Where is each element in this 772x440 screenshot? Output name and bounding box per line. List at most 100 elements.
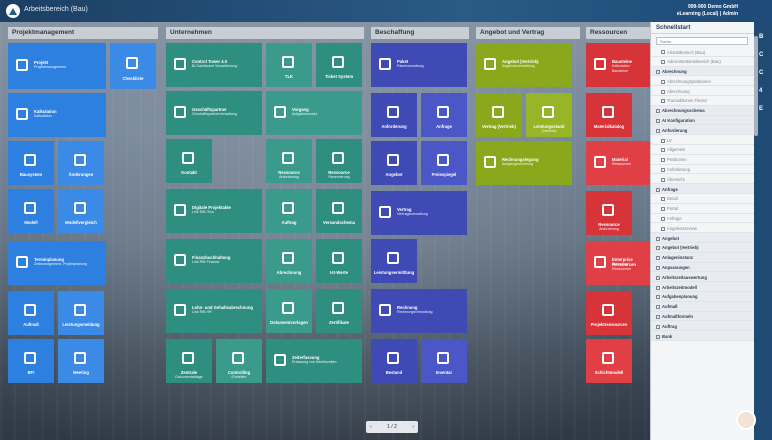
panel-scrollbar[interactable] <box>754 36 758 136</box>
tile-terminplanung[interactable]: Terminplanung Zeitmanagement, Projektpla… <box>8 241 106 285</box>
tile-bausteine[interactable]: Bausteine Kalkulation Bausteine <box>586 43 650 87</box>
tile-ressource-anforderung-2[interactable]: Ressource Anforderung <box>586 191 632 235</box>
quickstart-group[interactable]: Auftrag <box>651 321 754 332</box>
billing-icon <box>282 252 294 265</box>
tile-modellvergleich[interactable]: Modellvergleich <box>58 189 104 233</box>
tile-controlling-einheiten[interactable]: Controlling Einheiten <box>216 339 262 383</box>
tile-vertrag[interactable]: Vertrag Vertragsverwaltung <box>371 191 467 235</box>
tile-geschaeftspartner[interactable]: Geschäftspartner Geschäftspartnerverwalt… <box>166 91 262 135</box>
tile-dokumentvorlagen[interactable]: Dokumentvorlagen <box>266 289 312 333</box>
tile-zentrale-dokumentablage[interactable]: Zentrale Dokumentablage <box>166 339 212 383</box>
quickstart-group[interactable]: Abrechnung <box>651 66 754 77</box>
quickstart-group[interactable]: Aufmaßformeln <box>651 311 754 322</box>
user-info[interactable]: 999-900 Demo GmbH eLearning (Local) | Ad… <box>677 4 738 18</box>
tile-preisspiegel[interactable]: Preisspiegel <box>421 141 467 185</box>
quickstart-group[interactable]: Anforderung <box>651 125 754 136</box>
tile-kalkulation[interactable]: Kalkulation Kalkulation <box>8 93 106 137</box>
tile-material[interactable]: Material Ressourcen <box>586 141 650 185</box>
tile-ressource-reservierung[interactable]: Ressource Reservierung <box>316 139 362 183</box>
tile-abrechnung[interactable]: Abrechnung <box>266 239 312 283</box>
quickstart-group[interactable]: Arbeitszeitmodell <box>651 282 754 292</box>
tile-schichtmodell[interactable]: Schichtmodell <box>586 339 632 383</box>
quickstart-group[interactable]: Anpassungen <box>651 262 754 273</box>
tile-vorgang[interactable]: Vorgang Aufgabenmodul <box>266 91 362 135</box>
quickstart-panel: Schnellstart Arbeitsbereich (Bau) Adminis… <box>650 22 754 440</box>
quickstart-group[interactable]: Bank <box>651 331 754 341</box>
quickstart-label: Übersicht <box>667 176 685 182</box>
app-logo-icon[interactable] <box>6 4 20 18</box>
tile-rechnung[interactable]: Rechnung Rechnungsverwaltung <box>371 289 467 333</box>
assistant-avatar[interactable] <box>736 410 756 430</box>
quickstart-group[interactable]: Anlageninstanz <box>651 252 754 263</box>
tile-digitale-projektakte[interactable]: Digitale Projektakte Link RIB iTwo <box>166 189 262 233</box>
tile-bestand[interactable]: Bestand <box>371 339 417 383</box>
tile-ticket-system[interactable]: Ticket System <box>316 43 362 87</box>
quickstart-item[interactable]: Arbeitsbereich (Bau) <box>651 47 754 57</box>
quickstart-item[interactable]: Portal <box>651 204 754 214</box>
tile-anfrage[interactable]: Anfrage <box>421 93 467 137</box>
quickstart-item[interactable]: Anfrage <box>651 214 754 224</box>
quickstart-group[interactable]: Abrechnungsschema <box>651 105 754 116</box>
tile-bfi[interactable]: BFI <box>8 339 54 383</box>
quickstart-item[interactable]: LV <box>651 135 754 145</box>
quickstart-group[interactable]: Aufmaß <box>651 301 754 312</box>
quickstart-search-input[interactable] <box>656 37 748 45</box>
tile-leistungsmeldung[interactable]: Leistungsmeldung <box>58 291 104 335</box>
tile-subtitle: Erfassung von Arbeitszeiten <box>292 360 337 364</box>
tile-rechnungslegung[interactable]: Rechnungslegung Ausgangsrechnung <box>476 141 572 185</box>
section-projektmanagement: Projektmanagement <box>8 27 158 39</box>
next-page-button[interactable]: › <box>412 424 414 430</box>
tile-leistungsstand[interactable]: Leistungsstand (Vertrieb) <box>526 93 572 137</box>
quickstart-item[interactable]: Positionen <box>651 155 754 165</box>
tile-zertifikate[interactable]: Zertifikate <box>316 289 362 333</box>
quickstart-group[interactable]: Anfrage <box>651 184 754 194</box>
quickstart-item[interactable]: Transaktionen Finanz <box>651 96 754 106</box>
tile-kontakt[interactable]: Kontakt <box>166 139 212 183</box>
tile-ressource-anforderung[interactable]: Ressource Anforderung <box>266 139 312 183</box>
quickstart-group[interactable]: Angebot <box>651 233 754 243</box>
expand-icon <box>656 187 660 192</box>
tile-auftrag[interactable]: Auftrag <box>266 189 312 233</box>
tile-finanzbuchhaltung[interactable]: Finanzbuchhaltung Link RIB Finance <box>166 239 262 283</box>
tile-tlk[interactable]: TLK <box>266 43 312 87</box>
tile-control-tower[interactable]: Control Tower 4.0 BI Dashboard Visualisi… <box>166 43 262 87</box>
tile-ist-werte[interactable]: Ist-Werte <box>316 239 362 283</box>
flask-icon <box>282 56 294 69</box>
tile-leistungsermittlung[interactable]: Leistungsermittlung <box>371 239 417 283</box>
tile-angebot-vertrieb[interactable]: Angebot (Vertrieb) Angebotsverwaltung <box>476 43 572 87</box>
quickstart-group[interactable]: Aufgabenplanung <box>651 291 754 302</box>
tile-angebot[interactable]: Angebot <box>371 141 417 185</box>
quickstart-item[interactable]: Abrechnung <box>651 86 754 96</box>
tile-aenderungen[interactable]: Änderungen <box>58 141 104 185</box>
quickstart-group[interactable]: Arbeitszeitauswertung <box>651 272 754 283</box>
module-icon <box>661 148 665 153</box>
quickstart-item[interactable]: Übersicht <box>651 174 754 185</box>
tile-lohn-gehalt[interactable]: Lohn- und Gehaltsabrechnung Link RIB HR <box>166 289 262 333</box>
tile-anforderung[interactable]: Anforderung <box>371 93 417 137</box>
tile-versandschema[interactable]: Versandschema <box>316 189 362 233</box>
quickstart-item[interactable]: Angebotsreview <box>651 223 754 234</box>
tile-inventar[interactable]: Inventar <box>421 339 467 383</box>
tile-projekt[interactable]: Projekt Projektmanagement <box>8 43 106 89</box>
tile-aufmass[interactable]: Aufmaß <box>8 291 54 335</box>
tile-meeting[interactable]: Meeting <box>58 339 104 383</box>
tile-enterprise-ressourcen[interactable]: Enterprise Ressourcen Enterprise Ressour… <box>586 241 650 285</box>
quickstart-item[interactable]: Abrechnungspositionen <box>651 76 754 87</box>
quickstart-item[interactable]: Anforderung <box>651 165 754 175</box>
quickstart-group[interactable]: Angebot (Vertrieb) <box>651 242 754 253</box>
tile-projektressourcen[interactable]: Projektressourcen <box>586 291 632 335</box>
quickstart-item[interactable]: Detail <box>651 194 754 204</box>
tile-vertrag-vertrieb[interactable]: Vertrag (Vertrieb) <box>476 93 522 137</box>
tile-title: Schichtmodell <box>594 370 624 375</box>
tile-materialkatalog[interactable]: Materialkatalog <box>586 93 632 137</box>
tile-modell[interactable]: Modell <box>8 189 54 233</box>
tile-title: Projektressourcen <box>590 322 628 327</box>
quickstart-item[interactable]: Administrationsbereich (Bau) <box>651 57 754 67</box>
tile-checkliste[interactable]: Checkliste <box>110 43 156 89</box>
prev-page-button[interactable]: ‹ <box>370 424 372 430</box>
tile-paket[interactable]: Paket Paketverwaltung <box>371 43 467 87</box>
quickstart-group[interactable]: AI Konfiguration <box>651 115 754 126</box>
quickstart-item[interactable]: Allgemein <box>651 145 754 155</box>
tile-zeiterfassung[interactable]: Zeiterfassung Erfassung von Arbeitszeite… <box>266 339 362 383</box>
tile-bausystem[interactable]: Bausystem <box>8 141 54 185</box>
